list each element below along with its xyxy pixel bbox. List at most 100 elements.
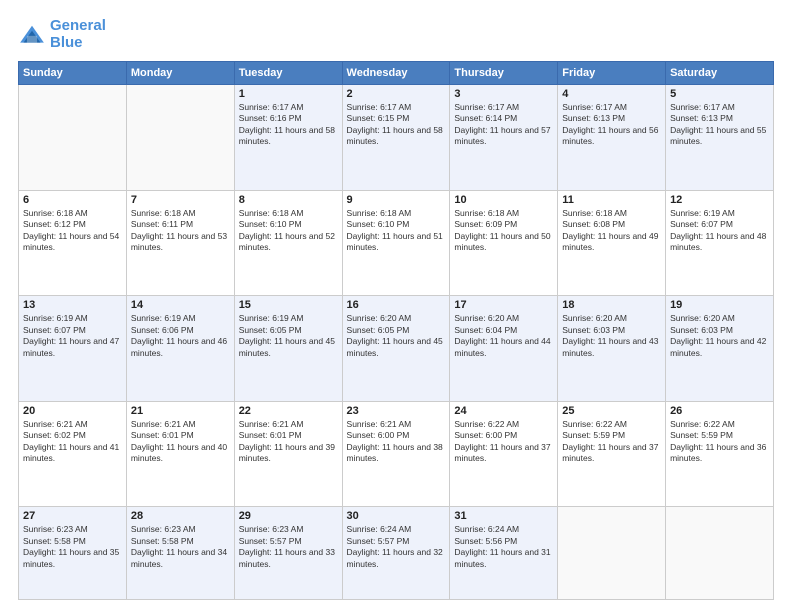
logo-text: General Blue [50,18,106,51]
day-info: Sunrise: 6:19 AM Sunset: 6:07 PM Dayligh… [670,208,769,254]
day-info: Sunrise: 6:21 AM Sunset: 6:01 PM Dayligh… [131,419,230,465]
day-info: Sunrise: 6:24 AM Sunset: 5:56 PM Dayligh… [454,524,553,570]
calendar-cell: 5 Sunrise: 6:17 AM Sunset: 6:13 PM Daylig… [666,85,774,191]
day-number: 20 [23,405,122,417]
day-number: 24 [454,405,553,417]
calendar-table: Sunday Monday Tuesday Wednesday Thursday… [18,61,774,600]
day-number: 28 [131,510,230,522]
calendar-week-2: 6 Sunrise: 6:18 AM Sunset: 6:12 PM Daylig… [19,190,774,296]
calendar-cell: 25Sunrise: 6:22 AM Sunset: 5:59 PM Dayli… [558,401,666,507]
calendar-cell: 27Sunrise: 6:23 AM Sunset: 5:58 PM Dayli… [19,507,127,600]
day-number: 26 [670,405,769,417]
calendar-cell: 28Sunrise: 6:23 AM Sunset: 5:58 PM Dayli… [126,507,234,600]
calendar-week-3: 13 Sunrise: 6:19 AM Sunset: 6:07 PM Dayli… [19,296,774,402]
header-row: Sunday Monday Tuesday Wednesday Thursday… [19,62,774,85]
day-number: 9 [347,194,446,206]
day-number: 4 [562,88,661,100]
calendar-cell: 16 Sunrise: 6:20 AM Sunset: 6:05 PM Dayli… [342,296,450,402]
calendar-cell: 4 Sunrise: 6:17 AM Sunset: 6:13 PM Daylig… [558,85,666,191]
calendar-cell: 1Sunrise: 6:17 AM Sunset: 6:16 PM Daylig… [234,85,342,191]
day-number: 6 [23,194,122,206]
day-number: 15 [239,299,338,311]
day-info: Sunrise: 6:19 AM Sunset: 6:05 PM Dayligh… [239,313,338,359]
day-number: 23 [347,405,446,417]
calendar-cell: 15 Sunrise: 6:19 AM Sunset: 6:05 PM Dayli… [234,296,342,402]
day-number: 25 [562,405,661,417]
day-number: 3 [454,88,553,100]
day-info: Sunrise: 6:18 AM Sunset: 6:09 PM Dayligh… [454,208,553,254]
calendar-cell: 12 Sunrise: 6:19 AM Sunset: 6:07 PM Dayli… [666,190,774,296]
day-info: Sunrise: 6:17 AM Sunset: 6:13 PM Dayligh… [562,102,661,148]
day-info: Sunrise: 6:17 AM Sunset: 6:14 PM Dayligh… [454,102,553,148]
day-info: Sunrise: 6:21 AM Sunset: 6:02 PM Dayligh… [23,419,122,465]
calendar-cell: 26 Sunrise: 6:22 AM Sunset: 5:59 PM Dayli… [666,401,774,507]
day-info: Sunrise: 6:21 AM Sunset: 6:00 PM Dayligh… [347,419,446,465]
calendar-cell: 3 Sunrise: 6:17 AM Sunset: 6:14 PM Daylig… [450,85,558,191]
day-info: Sunrise: 6:20 AM Sunset: 6:03 PM Dayligh… [562,313,661,359]
logo-icon [18,24,46,46]
page: General Blue Sunday Monday Tuesday Wedne… [0,0,792,612]
day-number: 16 [347,299,446,311]
calendar-cell: 21 Sunrise: 6:21 AM Sunset: 6:01 PM Dayli… [126,401,234,507]
calendar-week-4: 20 Sunrise: 6:21 AM Sunset: 6:02 PM Dayli… [19,401,774,507]
day-info: Sunrise: 6:18 AM Sunset: 6:10 PM Dayligh… [239,208,338,254]
calendar-cell: 13 Sunrise: 6:19 AM Sunset: 6:07 PM Dayli… [19,296,127,402]
calendar-cell: 6 Sunrise: 6:18 AM Sunset: 6:12 PM Daylig… [19,190,127,296]
calendar-cell [19,85,127,191]
day-info: Sunrise: 6:18 AM Sunset: 6:08 PM Dayligh… [562,208,661,254]
calendar-cell: 19 Sunrise: 6:20 AM Sunset: 6:03 PM Dayli… [666,296,774,402]
col-friday: Friday [558,62,666,85]
day-number: 7 [131,194,230,206]
day-number: 21 [131,405,230,417]
day-number: 13 [23,299,122,311]
day-info: Sunrise: 6:18 AM Sunset: 6:10 PM Dayligh… [347,208,446,254]
col-monday: Monday [126,62,234,85]
day-info: Sunrise: 6:20 AM Sunset: 6:03 PM Dayligh… [670,313,769,359]
calendar-cell: 22Sunrise: 6:21 AM Sunset: 6:01 PM Dayli… [234,401,342,507]
day-number: 12 [670,194,769,206]
day-number: 14 [131,299,230,311]
day-number: 18 [562,299,661,311]
calendar-cell [558,507,666,600]
logo: General Blue [18,18,106,51]
calendar-cell: 23 Sunrise: 6:21 AM Sunset: 6:00 PM Dayli… [342,401,450,507]
day-number: 22 [239,405,338,417]
calendar-cell: 7Sunrise: 6:18 AM Sunset: 6:11 PM Daylig… [126,190,234,296]
day-number: 17 [454,299,553,311]
day-info: Sunrise: 6:20 AM Sunset: 6:05 PM Dayligh… [347,313,446,359]
calendar-cell: 31 Sunrise: 6:24 AM Sunset: 5:56 PM Dayli… [450,507,558,600]
day-number: 5 [670,88,769,100]
day-info: Sunrise: 6:18 AM Sunset: 6:12 PM Dayligh… [23,208,122,254]
day-number: 27 [23,510,122,522]
day-number: 30 [347,510,446,522]
calendar-cell: 11Sunrise: 6:18 AM Sunset: 6:08 PM Dayli… [558,190,666,296]
day-info: Sunrise: 6:22 AM Sunset: 5:59 PM Dayligh… [670,419,769,465]
day-info: Sunrise: 6:23 AM Sunset: 5:57 PM Dayligh… [239,524,338,570]
calendar-cell: 9 Sunrise: 6:18 AM Sunset: 6:10 PM Daylig… [342,190,450,296]
col-thursday: Thursday [450,62,558,85]
calendar-week-5: 27Sunrise: 6:23 AM Sunset: 5:58 PM Dayli… [19,507,774,600]
calendar-cell: 30 Sunrise: 6:24 AM Sunset: 5:57 PM Dayli… [342,507,450,600]
calendar-cell: 10Sunrise: 6:18 AM Sunset: 6:09 PM Dayli… [450,190,558,296]
day-number: 31 [454,510,553,522]
day-number: 29 [239,510,338,522]
day-info: Sunrise: 6:17 AM Sunset: 6:13 PM Dayligh… [670,102,769,148]
day-info: Sunrise: 6:19 AM Sunset: 6:07 PM Dayligh… [23,313,122,359]
calendar-cell: 18 Sunrise: 6:20 AM Sunset: 6:03 PM Dayli… [558,296,666,402]
day-number: 2 [347,88,446,100]
day-info: Sunrise: 6:22 AM Sunset: 6:00 PM Dayligh… [454,419,553,465]
col-wednesday: Wednesday [342,62,450,85]
col-saturday: Saturday [666,62,774,85]
day-info: Sunrise: 6:24 AM Sunset: 5:57 PM Dayligh… [347,524,446,570]
header: General Blue [18,18,774,51]
calendar-cell: 2Sunrise: 6:17 AM Sunset: 6:15 PM Daylig… [342,85,450,191]
calendar-cell: 20 Sunrise: 6:21 AM Sunset: 6:02 PM Dayli… [19,401,127,507]
calendar-week-1: 1Sunrise: 6:17 AM Sunset: 6:16 PM Daylig… [19,85,774,191]
day-number: 19 [670,299,769,311]
calendar-cell: 14Sunrise: 6:19 AM Sunset: 6:06 PM Dayli… [126,296,234,402]
col-tuesday: Tuesday [234,62,342,85]
day-number: 1 [239,88,338,100]
calendar-cell [126,85,234,191]
calendar-cell: 17Sunrise: 6:20 AM Sunset: 6:04 PM Dayli… [450,296,558,402]
calendar-cell [666,507,774,600]
